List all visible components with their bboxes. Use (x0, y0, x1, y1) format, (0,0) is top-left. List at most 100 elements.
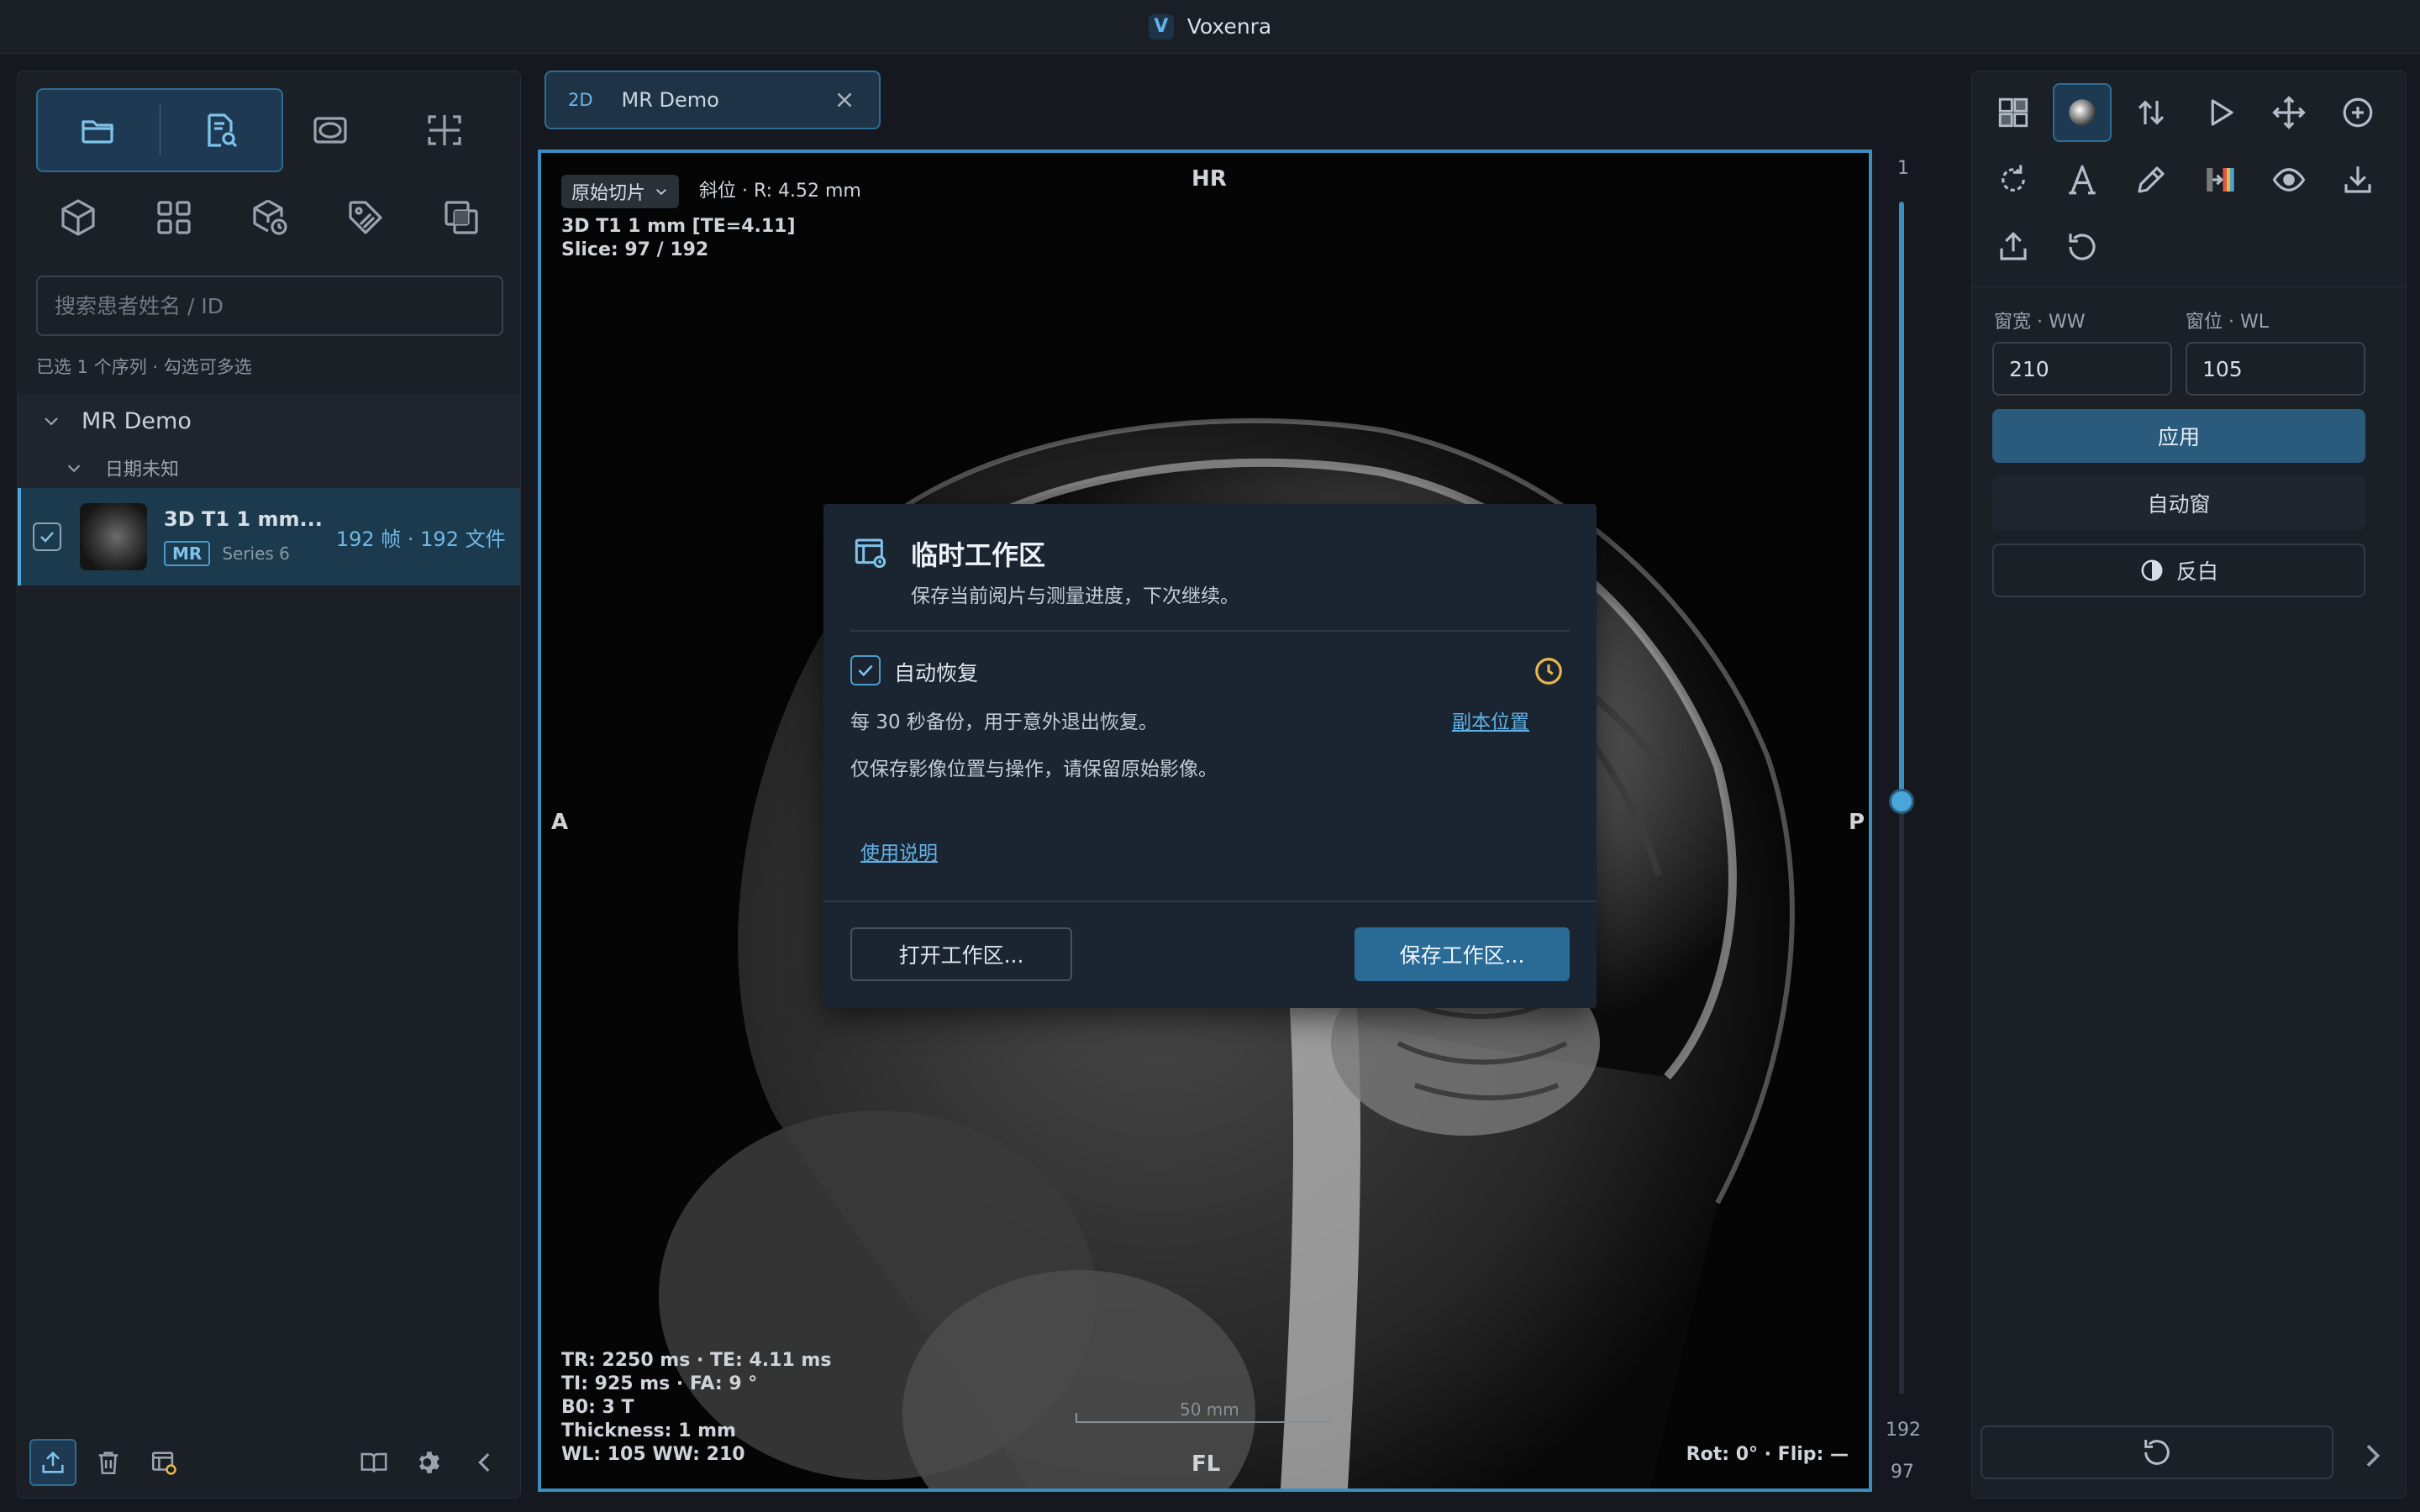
slider-min-label: 1 (1897, 158, 1909, 179)
cube-clock-button[interactable] (245, 192, 295, 243)
auto-restore-checkbox[interactable] (850, 655, 881, 685)
app-title: Voxenra (1186, 14, 1272, 39)
viewer-tab[interactable]: 2D MR Demo (544, 71, 881, 129)
param-ti-fa: TI: 925 ms · FA: 9 ° (561, 1373, 758, 1394)
dialog-subtitle: 保存当前阅片与测量进度，下次继续。 (911, 585, 1239, 607)
tag-button[interactable] (340, 192, 391, 243)
manual-button[interactable] (350, 1439, 397, 1486)
pencil-icon (2138, 166, 2165, 193)
param-b0: B0: 3 T (561, 1397, 634, 1418)
color-map-button[interactable] (2191, 150, 2249, 209)
text-annotation-button[interactable] (2053, 150, 2112, 209)
scroll-button[interactable] (2122, 83, 2181, 142)
layout-grid-icon (1998, 97, 2028, 128)
reset-view-button[interactable] (2053, 218, 2112, 276)
cube-icon (61, 199, 95, 236)
open-folder-button[interactable] (38, 90, 160, 171)
ww-input[interactable] (1992, 342, 2172, 396)
tree-study-row[interactable]: 日期未知 (18, 448, 520, 488)
rotate-icon (2002, 165, 2025, 192)
left-bottom-toolbar (18, 1427, 520, 1498)
help-link[interactable]: 使用说明 (860, 837, 938, 865)
gear-icon (418, 1452, 439, 1473)
rotate-button[interactable] (1984, 150, 2043, 209)
colormap-icon (2207, 168, 2234, 192)
half-circle-icon (2141, 559, 2163, 581)
search-document-button[interactable] (160, 90, 282, 171)
reset-icon (2069, 234, 2096, 260)
collapse-panel-button[interactable] (461, 1439, 508, 1486)
series-number: Series 6 (222, 543, 290, 564)
series-name: 3D T1 1 mm... (164, 507, 323, 531)
window-level-button[interactable] (2053, 83, 2112, 142)
ellipse-roi-button[interactable] (305, 105, 355, 155)
cube-button[interactable] (53, 192, 103, 243)
apply-button[interactable]: 应用 (1992, 409, 2365, 463)
backup-location-link[interactable]: 副本位置 (1452, 706, 1529, 734)
settings-button[interactable] (406, 1439, 453, 1486)
reset-all-button[interactable] (1981, 1425, 2333, 1479)
rotation-readout: Rot: 0° · Flip: — (1686, 1444, 1849, 1465)
param-thickness: Thickness: 1 mm (561, 1420, 736, 1441)
wl-label: 窗位 · WL (2186, 312, 2269, 333)
dialog-footer-divider (823, 900, 1597, 902)
export-button[interactable] (29, 1439, 76, 1486)
folder-open-icon (82, 120, 114, 144)
eye-icon (2272, 168, 2306, 192)
reset-icon (2144, 1440, 2170, 1465)
tree-patient-row[interactable]: MR Demo (18, 394, 520, 448)
trash-icon (98, 1452, 118, 1475)
invert-button[interactable]: 反白 (1992, 543, 2365, 597)
browse-toolgroup (36, 88, 283, 172)
tag-icon (349, 201, 382, 234)
slice-slider-handle[interactable] (1889, 788, 1914, 814)
series-info: 3D T1 1 mm... MR Series 6 (164, 507, 323, 566)
save-workspace-button[interactable]: 保存工作区... (1355, 927, 1570, 981)
series-thumbnail (80, 503, 147, 570)
draw-button[interactable] (2122, 150, 2181, 209)
scale-label: 50 mm (1180, 1399, 1239, 1420)
zoom-button[interactable] (2328, 83, 2387, 142)
backup-description: 每 30 秒备份，用于意外退出恢复。 (850, 711, 1158, 733)
grid-layout-button[interactable] (149, 192, 199, 243)
wl-input[interactable] (2186, 342, 2365, 396)
series-meta: MR Series 6 (164, 541, 323, 566)
download-button[interactable] (2328, 150, 2387, 209)
chevron-right-icon (2366, 1445, 2381, 1467)
share-button[interactable] (1984, 218, 2043, 276)
patient-search-input[interactable] (36, 276, 503, 336)
zoom-in-icon (2343, 97, 2373, 128)
series-description: 3D T1 1 mm [TE=4.11] (561, 216, 796, 237)
crop-frame-button[interactable] (419, 105, 470, 155)
book-open-icon (360, 1452, 387, 1473)
open-workspace-button[interactable]: 打开工作区... (850, 927, 1072, 981)
series-checkbox[interactable] (33, 522, 61, 551)
layout-button[interactable] (1984, 83, 2043, 142)
chevron-down-icon (656, 189, 666, 196)
series-frame-count: 192 帧 · 192 文件 (335, 527, 506, 551)
chevron-left-icon (478, 1452, 490, 1473)
selection-hint: 已选 1 个序列 · 勾选可多选 (36, 357, 252, 377)
pan-button[interactable] (2260, 83, 2318, 142)
orientation-readout: 斜位 · R: 4.52 mm (699, 181, 861, 202)
slider-current-label: 97 (1891, 1462, 1914, 1483)
expand-panel-button[interactable] (2355, 1439, 2389, 1473)
move-arrows-icon (2272, 96, 2306, 129)
orientation-left-label: A (551, 810, 569, 835)
auto-window-button[interactable]: 自动窗 (1992, 476, 2365, 530)
slice-mode-select[interactable]: 原始切片 (561, 175, 680, 208)
auto-restore-label: 自动恢复 (894, 661, 979, 685)
right-panel: 窗宽 · WW 窗位 · WL 应用 自动窗 反白 (1971, 71, 2407, 1499)
workspace-button[interactable] (140, 1439, 187, 1486)
overlay-squares-button[interactable] (436, 192, 487, 243)
series-row[interactable]: 3D T1 1 mm... MR Series 6 192 帧 · 192 文件 (18, 488, 520, 585)
delete-button[interactable] (85, 1439, 132, 1486)
close-icon[interactable] (832, 87, 857, 113)
cine-play-button[interactable] (2191, 83, 2249, 142)
dialog-divider (850, 630, 1570, 632)
app-logo: V (1148, 13, 1174, 39)
arrows-updown-icon (2138, 100, 2165, 125)
dialog-title: 临时工作区 (911, 539, 1046, 571)
slice-mode-value: 原始切片 (571, 183, 646, 204)
visibility-button[interactable] (2260, 150, 2318, 209)
